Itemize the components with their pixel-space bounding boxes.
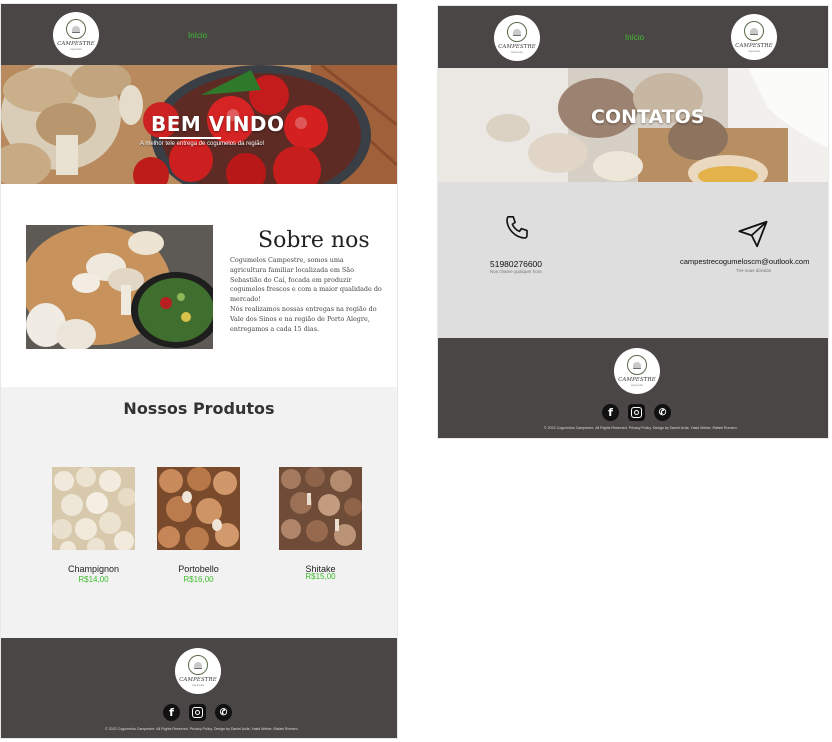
nav-link-inicio[interactable]: Início [188,31,207,40]
contact-page: CAMPESTRE cogumelos Início CAMPESTRE cog… [438,6,828,438]
nav-link-inicio[interactable]: Início [625,33,644,42]
home-header: CAMPESTRE cogumelos Início [1,4,397,65]
logo-tagline: cogumelos [630,384,644,387]
home-hero: BEM VINDO A melhor tele entrega de cogum… [1,65,397,184]
contact-header: CAMPESTRE cogumelos Início CAMPESTRE cog… [438,6,828,68]
product-price: R$14,00 [78,575,109,584]
product-card-champignon[interactable]: Champignon R$14,00 [52,467,136,584]
shitake-image [279,467,362,550]
logo-brand: CAMPESTRE [179,677,217,683]
product-card-portobello[interactable]: Portobello R$16,00 [157,467,240,584]
mushroom-logo-icon [627,355,647,375]
instagram-icon[interactable] [189,704,206,721]
phone-number[interactable]: 51980276600 [490,259,542,269]
home-header-logo[interactable]: CAMPESTRE cogumelos [53,12,99,58]
send-icon [738,220,768,248]
logo-brand: CAMPESTRE [498,44,536,50]
hero-underline [159,137,221,139]
logo-tagline: cogumelos [747,50,761,53]
contact-header-logo-right[interactable]: CAMPESTRE cogumelos [731,14,777,60]
about-paragraph-1: Cogumelos Campestre, somos uma agricultu… [230,256,382,304]
hero-title: BEM VINDO [151,112,285,136]
champignon-image [52,467,136,557]
phone-icon [506,215,528,239]
logo-brand: CAMPESTRE [57,41,95,47]
product-price: R$16,00 [183,575,214,584]
whatsapp-icon[interactable]: ✆ [654,404,671,421]
email-address[interactable]: campestrecogumeloscm@outlook.com [680,257,809,266]
about-image [26,225,213,349]
facebook-icon[interactable]: f [602,404,619,421]
logo-tagline: cogumelos [510,51,524,54]
portobello-image [157,467,240,551]
mushroom-logo-icon [66,19,86,39]
logo-tagline: cogumelos [191,684,205,687]
about-paragraph-2: Nós realizamos nossas entregas na região… [230,305,377,333]
product-card-shitake[interactable]: Shitake R$15,00 [279,467,362,581]
instagram-icon[interactable] [628,404,645,421]
mushroom-logo-icon [744,21,764,41]
contact-footer-logo[interactable]: CAMPESTRE cogumelos [614,348,660,394]
home-page: CAMPESTRE cogumelos Início BEM VINDO A m… [1,4,397,738]
contact-hero-title: CONTATOS [591,106,705,128]
footer-copyright: © 2022 Cogumelos Campestre. All Rights R… [105,727,299,731]
mushroom-logo-icon [507,22,527,42]
products-section: Nossos Produtos Champignon R$14,00 Porto… [1,387,397,638]
social-icons: f ✆ [602,404,671,421]
whatsapp-icon[interactable]: ✆ [215,704,232,721]
email-caption: Tire suas dúvidas [736,268,772,273]
product-name: Champignon [67,564,120,574]
logo-brand: CAMPESTRE [618,377,656,383]
mushroom-logo-icon [188,655,208,675]
product-name: Portobello [178,564,219,574]
facebook-icon[interactable]: f [163,704,180,721]
about-title: Sobre nos [258,228,370,253]
product-price: R$15,00 [305,572,336,581]
logo-tagline: cogumelos [69,48,83,51]
products-title: Nossos Produtos [123,399,275,418]
contact-footer: CAMPESTRE cogumelos f ✆ © 2022 Cogumelos… [438,338,828,438]
logo-brand: CAMPESTRE [735,43,773,49]
about-section: Sobre nos Cogumelos Campestre, somos uma… [1,184,397,387]
contact-header-logo-left[interactable]: CAMPESTRE cogumelos [494,15,540,61]
contact-hero: CONTATOS [438,68,828,182]
home-footer-logo[interactable]: CAMPESTRE cogumelos [175,648,221,694]
contact-panel: 51980276600 Nos chame qualquer hora camp… [438,182,828,338]
hero-subtitle: A melhor tele entrega de cogumelos da re… [140,141,265,147]
phone-caption: Nos chame qualquer hora [490,269,542,274]
home-footer: CAMPESTRE cogumelos f ✆ © 2022 Cogumelos… [1,638,397,738]
social-icons: f ✆ [163,704,232,721]
footer-copyright: © 2022 Cogumelos Campestre. All Rights R… [544,426,738,430]
